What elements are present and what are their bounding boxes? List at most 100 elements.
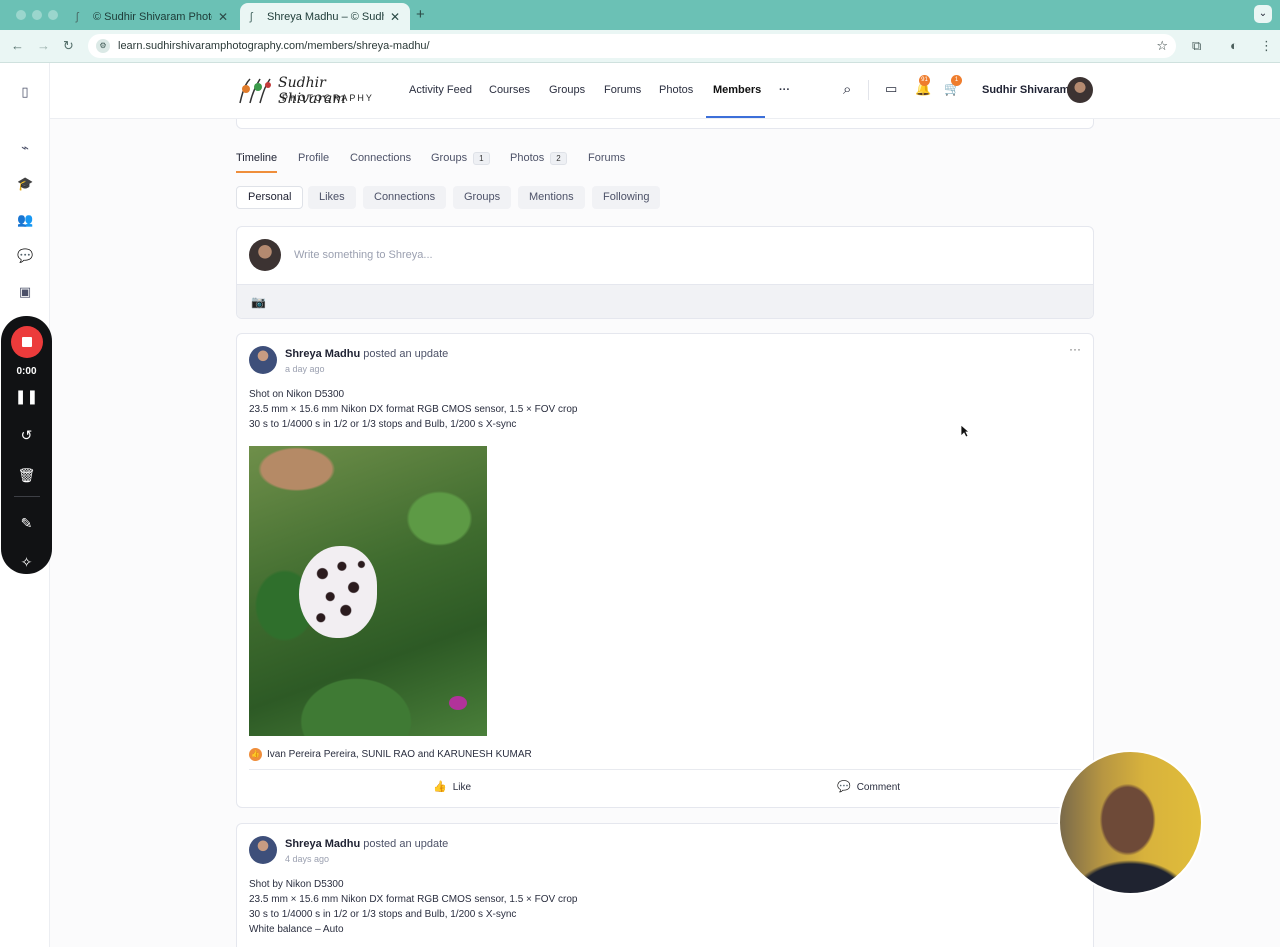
- pen-icon[interactable]: ✎: [1, 515, 52, 532]
- groups-icon[interactable]: 👥: [17, 212, 33, 228]
- comment-button[interactable]: 💬 Comment: [837, 780, 900, 793]
- search-icon[interactable]: ⌕: [843, 81, 851, 98]
- post-action: posted an update: [363, 348, 449, 360]
- filter-connections[interactable]: Connections: [363, 186, 447, 209]
- flower-image: [449, 696, 467, 710]
- composer-input[interactable]: Write something to Shreya...: [294, 249, 433, 261]
- delete-icon[interactable]: 🗑: [1, 467, 52, 484]
- post-author-name[interactable]: Shreya Madhu: [285, 348, 360, 360]
- screen-recorder-panel: 0:00 ❚❚ ↺ 🗑 ✎ ✧: [1, 316, 52, 574]
- effects-icon[interactable]: ✧: [1, 554, 52, 571]
- tab-search-chevron-icon[interactable]: ⌄: [1254, 5, 1272, 23]
- site-settings-icon[interactable]: ⚙: [96, 39, 110, 53]
- pause-icon[interactable]: ❚❚: [1, 388, 52, 405]
- like-button[interactable]: 👍 Like: [433, 780, 471, 793]
- post-composer: Write something to Shreya... 📷: [236, 226, 1094, 319]
- post-text-line: 30 s to 1/4000 s in 1/2 or 1/3 stops and…: [249, 909, 517, 920]
- tab-close-icon[interactable]: ✕: [218, 10, 228, 24]
- profile-icon[interactable]: ◐: [1230, 38, 1238, 53]
- current-user-avatar[interactable]: [1067, 77, 1093, 103]
- forums-icon[interactable]: 💬: [17, 248, 33, 264]
- forward-arrow-icon[interactable]: →: [37, 38, 50, 53]
- composer-toolbar: 📷: [237, 284, 1093, 318]
- browser-tab-bar: ʃ © Sudhir Shivaram Photograp ✕ ʃ Shreya…: [0, 0, 1280, 30]
- logo-subtitle: PHOTOGRAPHY: [282, 93, 374, 103]
- post-author-avatar[interactable]: [249, 346, 277, 374]
- tab-groups[interactable]: Groups 1: [431, 152, 490, 165]
- post-divider: [249, 769, 1083, 770]
- inbox-icon[interactable]: ▭: [885, 81, 897, 97]
- window-maximize-dot[interactable]: [48, 10, 58, 20]
- post-author-name[interactable]: Shreya Madhu: [285, 838, 360, 850]
- nav-activity-feed[interactable]: Activity Feed: [409, 84, 472, 96]
- cart-badge: 1: [951, 75, 962, 86]
- webcam-overlay: [1058, 750, 1203, 895]
- stop-recording-button[interactable]: [11, 326, 43, 358]
- active-tab-indicator: [236, 171, 277, 173]
- courses-icon[interactable]: 🎓: [17, 176, 33, 192]
- post-photo[interactable]: [249, 446, 487, 736]
- post-text-line: 30 s to 1/4000 s in 1/2 or 1/3 stops and…: [249, 419, 517, 430]
- tab-timeline[interactable]: Timeline: [236, 152, 277, 164]
- tab-photos[interactable]: Photos 2: [510, 152, 567, 165]
- restart-icon[interactable]: ↺: [1, 427, 52, 444]
- post-author-avatar[interactable]: [249, 836, 277, 864]
- profile-header-card: [236, 119, 1094, 129]
- filter-mentions[interactable]: Mentions: [518, 186, 585, 209]
- extensions-icon[interactable]: ⧉: [1192, 38, 1201, 54]
- post-time[interactable]: a day ago: [285, 364, 325, 374]
- filter-following[interactable]: Following: [592, 186, 661, 209]
- bookmark-star-icon[interactable]: ☆: [1156, 38, 1168, 54]
- tab-forums[interactable]: Forums: [588, 152, 625, 164]
- filter-likes[interactable]: Likes: [308, 186, 356, 209]
- address-bar[interactable]: ⚙ learn.sudhirshivaramphotography.com/me…: [88, 34, 1176, 58]
- post-time[interactable]: 4 days ago: [285, 854, 329, 864]
- notifications-badge: 91: [919, 75, 930, 86]
- activity-icon[interactable]: ⌁: [17, 140, 33, 156]
- camera-icon[interactable]: 📷: [251, 295, 266, 309]
- tab-profile[interactable]: Profile: [298, 152, 329, 164]
- new-tab-icon[interactable]: +: [416, 6, 425, 23]
- nav-groups[interactable]: Groups: [549, 84, 585, 96]
- reload-icon[interactable]: ↻: [63, 38, 74, 54]
- activity-post: Shreya Madhu posted an update a day ago …: [236, 333, 1094, 808]
- like-reaction-icon: 👍: [249, 748, 262, 761]
- post-text-line: 23.5 mm × 15.6 mm Nikon DX format RGB CM…: [249, 894, 578, 905]
- nav-more-button[interactable]: ···: [779, 84, 790, 96]
- header-divider: [868, 80, 869, 100]
- tab-close-icon[interactable]: ✕: [390, 10, 400, 24]
- mouse-cursor-icon: [960, 424, 970, 438]
- window-minimize-dot[interactable]: [32, 10, 42, 20]
- browser-menu-icon[interactable]: ⋮: [1260, 38, 1273, 54]
- window-close-dot[interactable]: [16, 10, 26, 20]
- filter-groups[interactable]: Groups: [453, 186, 512, 209]
- browser-tab-2[interactable]: ʃ Shreya Madhu – © Sudhir Shi ✕: [240, 3, 410, 30]
- back-arrow-icon[interactable]: ←: [11, 38, 24, 53]
- post-text-line: Shot on Nikon D5300: [249, 389, 345, 400]
- tab-photos-label: Photos: [510, 152, 545, 164]
- nav-forums[interactable]: Forums: [604, 84, 641, 96]
- filter-personal[interactable]: Personal: [236, 186, 304, 209]
- browser-tab-1[interactable]: ʃ © Sudhir Shivaram Photograp ✕: [66, 3, 238, 30]
- logo-mark-icon: [239, 78, 271, 104]
- url-text: learn.sudhirshivaramphotography.com/memb…: [118, 40, 430, 52]
- thumbs-up-icon: 👍: [433, 781, 447, 793]
- current-user-name[interactable]: Sudhir Shivaram: [982, 84, 1069, 96]
- photos-icon[interactable]: ▣: [17, 284, 33, 300]
- post-options-icon[interactable]: ···: [1069, 342, 1081, 356]
- nav-members[interactable]: Members: [713, 84, 761, 96]
- groups-count: 1: [473, 152, 490, 165]
- nav-photos[interactable]: Photos: [659, 84, 693, 96]
- tab-connections[interactable]: Connections: [350, 152, 411, 164]
- post-text-line: 23.5 mm × 15.6 mm Nikon DX format RGB CM…: [249, 404, 578, 415]
- post-reactions[interactable]: 👍 Ivan Pereira Pereira, SUNIL RAO and KA…: [249, 748, 532, 761]
- recording-timer: 0:00: [16, 366, 37, 377]
- tab-groups-label: Groups: [431, 152, 468, 164]
- sidebar-toggle-icon[interactable]: ▯: [17, 84, 33, 100]
- site-favicon-icon: ʃ: [76, 10, 79, 23]
- site-logo[interactable]: Sudhir Shivaram PHOTOGRAPHY: [236, 75, 376, 107]
- browser-toolbar: ← → ↻ ⚙ learn.sudhirshivaramphotography.…: [0, 30, 1280, 63]
- reaction-names: Ivan Pereira Pereira, SUNIL RAO and KARU…: [267, 749, 532, 760]
- comment-label: Comment: [856, 782, 901, 793]
- nav-courses[interactable]: Courses: [489, 84, 530, 96]
